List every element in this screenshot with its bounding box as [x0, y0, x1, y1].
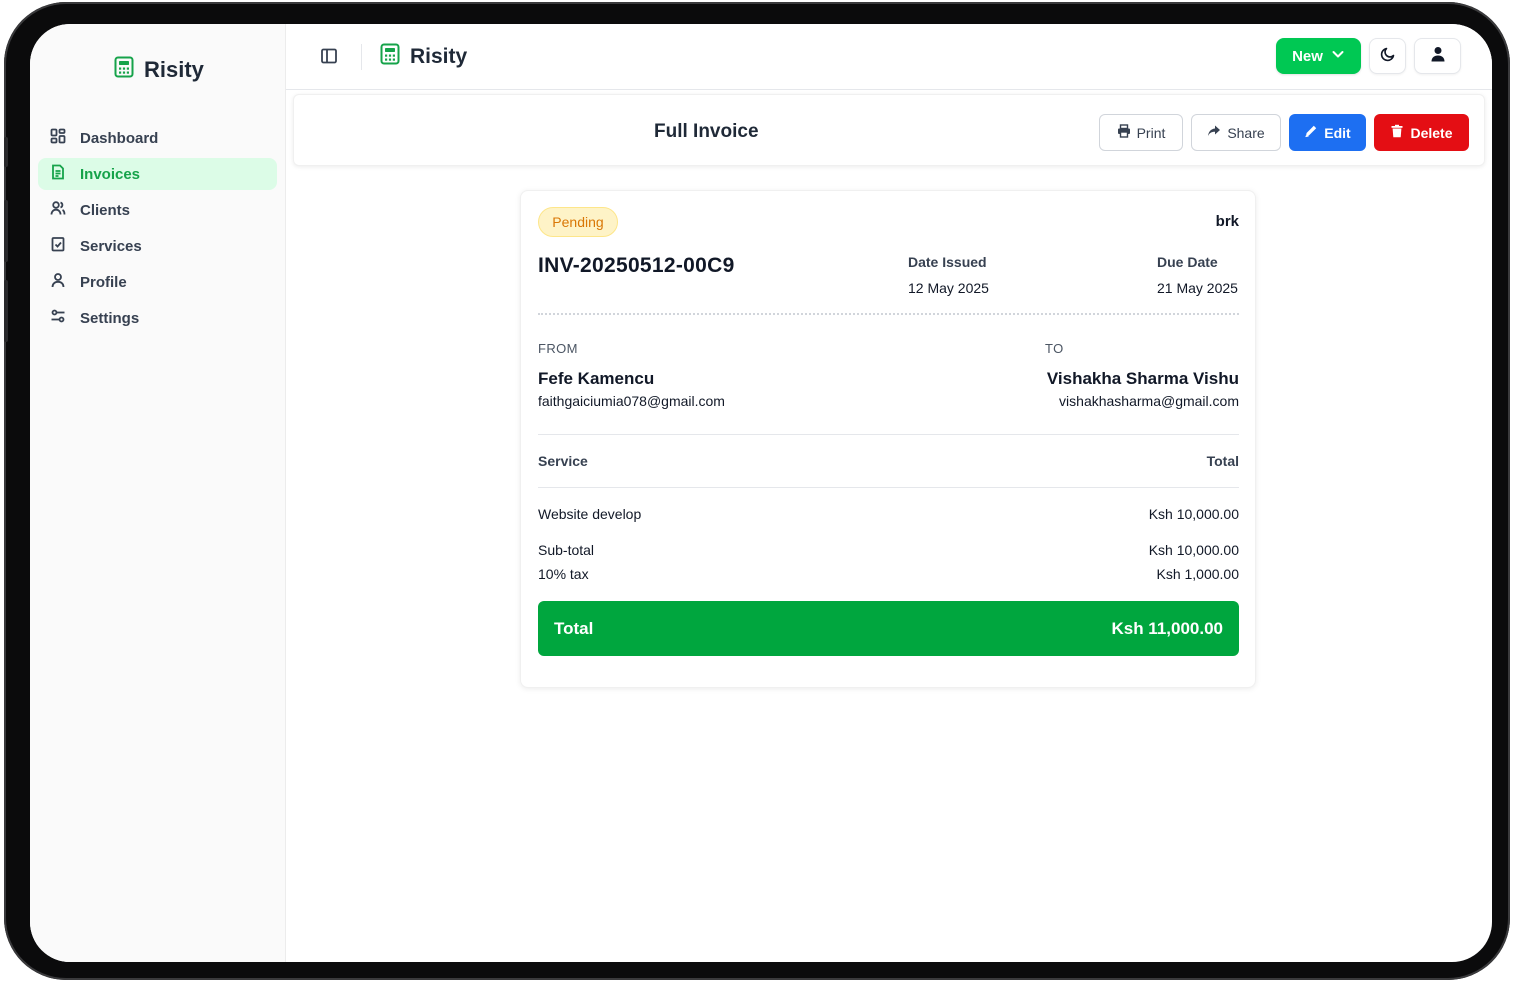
company-name: brk [1215, 213, 1239, 230]
from-name: Fefe Kamencu [538, 369, 655, 388]
theme-toggle-button[interactable] [1369, 38, 1406, 74]
edit-button[interactable]: Edit [1289, 114, 1366, 151]
sidebar-item-label: Settings [80, 309, 140, 327]
users-icon [50, 200, 66, 220]
chevron-down-icon [1331, 47, 1345, 65]
line-item-service: Website develop [538, 506, 642, 522]
user-icon [50, 272, 66, 292]
moon-icon [1380, 46, 1396, 67]
line-item-total: Ksh 10,000.00 [1148, 506, 1239, 522]
sidebar-nav: Dashboard Invoices Clients Services Prof… [38, 122, 277, 338]
brand-name: Risity [144, 57, 204, 82]
page-title: Full Invoice [654, 121, 759, 142]
delete-label: Delete [1410, 124, 1453, 141]
device-side-button [4, 280, 8, 342]
service-column-header: Service [538, 453, 588, 469]
invoice-title-bar: Full Invoice Print Share Edit Delete [293, 94, 1485, 166]
app-screen: Risity Dashboard Invoices Clients Servic… [30, 24, 1492, 962]
sidebar-toggle-icon[interactable] [320, 47, 338, 65]
device-side-button [4, 200, 8, 262]
from-label: FROM [538, 341, 578, 356]
table-header-divider [538, 487, 1239, 488]
sidebar-item-profile[interactable]: Profile [38, 266, 277, 298]
account-button[interactable] [1414, 38, 1461, 74]
new-button-label: New [1292, 47, 1323, 65]
sidebar-item-label: Services [80, 237, 142, 255]
invoice-card: Pending brk INV-20250512-00C9 Date Issue… [520, 190, 1256, 688]
grand-total-value: Ksh 11,000.00 [1111, 618, 1223, 638]
due-date-value: 21 May 2025 [1157, 280, 1238, 296]
to-email: vishakhasharma@gmail.com [1059, 393, 1239, 409]
header-divider [538, 313, 1239, 315]
sidebar-item-label: Clients [80, 201, 131, 219]
invoice-number: INV-20250512-00C9 [538, 254, 735, 277]
date-issued-value: 12 May 2025 [908, 280, 989, 296]
sidebar-item-invoices[interactable]: Invoices [38, 158, 277, 190]
subtotal-label: Sub-total [538, 542, 595, 558]
share-button[interactable]: Share [1191, 114, 1281, 151]
dashboard-icon [50, 128, 66, 148]
sidebar-item-settings[interactable]: Settings [38, 302, 277, 334]
sidebar-item-label: Invoices [80, 165, 141, 183]
from-email: faithgaiciumia078@gmail.com [538, 393, 725, 409]
to-name: Vishakha Sharma Vishu [1046, 369, 1239, 388]
sidebar: Risity Dashboard Invoices Clients Servic… [30, 24, 286, 962]
sidebar-item-services[interactable]: Services [38, 230, 277, 262]
print-label: Print [1136, 124, 1166, 141]
to-label: TO [1045, 341, 1064, 356]
new-button[interactable]: New [1276, 38, 1361, 74]
pencil-icon [1304, 124, 1318, 141]
edit-label: Edit [1324, 124, 1351, 141]
sidebar-item-label: Dashboard [80, 129, 159, 147]
subtotal-value: Ksh 10,000.00 [1148, 542, 1239, 558]
grand-total-label: Total [554, 618, 594, 638]
header-brand[interactable]: Risity [380, 43, 467, 71]
print-button[interactable]: Print [1099, 114, 1183, 151]
share-icon [1207, 124, 1221, 141]
sidebar-item-clients[interactable]: Clients [38, 194, 277, 226]
date-issued-label: Date Issued [908, 254, 987, 270]
divider [361, 44, 362, 70]
trash-icon [1390, 124, 1404, 141]
sidebar-brand[interactable]: Risity [114, 56, 204, 84]
invoice-icon [50, 164, 66, 184]
sidebar-item-dashboard[interactable]: Dashboard [38, 122, 277, 154]
share-label: Share [1227, 124, 1265, 141]
printer-icon [1117, 124, 1131, 141]
tax-label: 10% tax [538, 566, 589, 582]
sliders-icon [50, 308, 66, 328]
device-frame: Risity Dashboard Invoices Clients Servic… [4, 2, 1510, 980]
header-brand-name: Risity [410, 45, 468, 68]
parties-divider [538, 434, 1239, 435]
user-icon [1431, 46, 1445, 67]
status-badge: Pending [538, 207, 618, 237]
calculator-icon [380, 43, 400, 71]
clipboard-check-icon [50, 236, 66, 256]
top-bar: Risity New [286, 24, 1492, 90]
sidebar-item-label: Profile [80, 273, 127, 291]
due-date-label: Due Date [1157, 254, 1218, 270]
tax-value: Ksh 1,000.00 [1156, 566, 1239, 582]
device-side-button [4, 137, 8, 167]
delete-button[interactable]: Delete [1374, 114, 1469, 151]
grand-total-bar: Total Ksh 11,000.00 [538, 601, 1239, 656]
calculator-icon [114, 56, 134, 84]
total-column-header: Total [1206, 453, 1239, 469]
